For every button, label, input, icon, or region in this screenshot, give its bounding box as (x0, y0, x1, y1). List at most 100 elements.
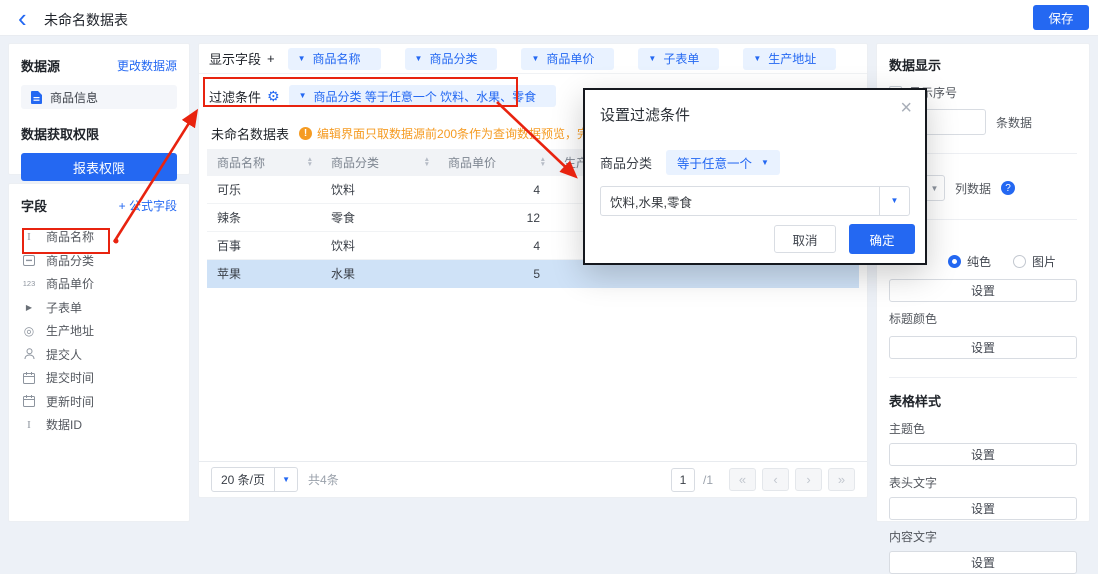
page-size-value: 20 条/页 (212, 468, 274, 491)
chevron-down-icon: ▼ (531, 55, 539, 63)
field-label: 商品单价 (46, 275, 94, 292)
field-label: 提交人 (46, 346, 82, 363)
radio-selected-icon[interactable] (948, 255, 961, 268)
field-item-name[interactable]: I 商品名称 (21, 225, 177, 249)
sort-icon[interactable]: ▲▼ (424, 158, 430, 167)
chip-label: 子表单 (663, 50, 699, 67)
text-icon: I (21, 419, 37, 431)
datasource-item[interactable]: 商品信息 (21, 85, 177, 109)
chevron-down-icon: ▼ (298, 55, 306, 63)
cancel-button[interactable]: 取消 (774, 225, 836, 253)
divider (889, 377, 1077, 378)
field-label: 商品分类 (46, 252, 94, 269)
document-icon (31, 91, 42, 104)
column-count-suffix: 列数据 (955, 180, 991, 197)
image-radio[interactable]: 图片 (1013, 253, 1056, 270)
confirm-button[interactable]: 确定 (849, 224, 915, 254)
field-label: 提交时间 (46, 369, 94, 386)
field-item-submit-time[interactable]: 提交时间 (21, 366, 177, 390)
chevron-down-icon: ▼ (415, 55, 423, 63)
cell: 可乐 (207, 181, 321, 198)
text-icon: I (21, 231, 37, 243)
warning-text: 编辑界面只取数据源前200条作为查询数据预览，完整数据 (317, 125, 625, 142)
operator-select[interactable]: 等于任意一个 ▼ (666, 150, 780, 175)
display-field-chip[interactable]: ▼商品单价 (521, 48, 614, 70)
chevron-down-icon[interactable]: ▼ (879, 187, 909, 215)
chevron-down-icon: ▼ (648, 55, 656, 63)
field-item-category[interactable]: 商品分类 (21, 249, 177, 273)
field-label: 子表单 (46, 299, 82, 316)
field-item-submitter[interactable]: 提交人 (21, 343, 177, 367)
filter-condition-chip[interactable]: ▼商品分类 等于任意一个 饮料、水果、零食 (289, 85, 557, 107)
display-field-chip[interactable]: ▼商品名称 (288, 48, 381, 70)
solid-color-radio[interactable]: 纯色 (948, 253, 991, 270)
top-bar: ‹ 未命名数据表 保存 (0, 0, 1098, 36)
field-label: 更新时间 (46, 393, 94, 410)
background-set-button[interactable]: 设置 (889, 279, 1077, 302)
change-datasource-link[interactable]: 更改数据源 (117, 57, 177, 74)
add-display-field-icon[interactable]: + (267, 51, 275, 66)
field-list: I 商品名称 商品分类 123 商品单价 ▶ 子表单 ◎ 生产地址 提交人 提交… (21, 225, 177, 437)
header-text-label: 表头文字 (889, 474, 1077, 491)
filter-settings-dialog: 设置过滤条件 × 商品分类 等于任意一个 ▼ 饮料,水果,零食 ▼ 取消 确定 (583, 88, 927, 265)
cell: 12 (438, 211, 554, 225)
header-text-set-button[interactable]: 设置 (889, 497, 1077, 520)
warning-message: ! 编辑界面只取数据源前200条作为查询数据预览，完整数据 (299, 125, 625, 142)
person-icon (21, 348, 37, 360)
display-field-chip[interactable]: ▼ 子表单 (638, 48, 719, 70)
content-text-set-button[interactable]: 设置 (889, 551, 1077, 574)
display-field-chip[interactable]: ▼商品分类 (405, 48, 498, 70)
total-pages: /1 (703, 473, 713, 487)
dialog-title: 设置过滤条件 (600, 104, 690, 125)
chevron-down-icon: ▼ (761, 159, 769, 167)
display-fields-row: 显示字段 + ▼商品名称 ▼商品分类 ▼商品单价 ▼子表单 ▼生产地址 (199, 44, 867, 74)
select-icon (21, 255, 37, 266)
field-item-subform[interactable]: ▶ 子表单 (21, 296, 177, 320)
next-page-button[interactable]: › (795, 468, 822, 491)
last-page-button[interactable]: » (828, 468, 855, 491)
theme-color-set-button[interactable]: 设置 (889, 443, 1077, 466)
field-item-data-id[interactable]: I 数据ID (21, 413, 177, 437)
cell: 零食 (321, 209, 438, 226)
field-item-update-time[interactable]: 更新时间 (21, 390, 177, 414)
fields-panel: 字段 + 公式字段 I 商品名称 商品分类 123 商品单价 ▶ 子表单 ◎ 生… (8, 183, 190, 522)
cell: 辣条 (207, 209, 321, 226)
first-page-button[interactable]: « (729, 468, 756, 491)
total-count: 共4条 (308, 471, 339, 488)
filter-value-input[interactable]: 饮料,水果,零食 ▼ (600, 186, 910, 216)
column-header: 商品名称 (217, 154, 265, 171)
filter-label: 过滤条件 (209, 87, 261, 106)
save-button[interactable]: 保存 (1033, 5, 1089, 30)
field-label: 商品名称 (46, 228, 94, 245)
number-icon: 123 (21, 279, 37, 288)
field-item-price[interactable]: 123 商品单价 (21, 272, 177, 296)
sort-icon[interactable]: ▲▼ (307, 158, 313, 167)
radio-label: 纯色 (967, 253, 991, 270)
radio-unselected-icon[interactable] (1013, 255, 1026, 268)
location-icon: ◎ (21, 324, 37, 338)
page-size-select[interactable]: 20 条/页 ▼ (211, 467, 298, 492)
close-icon[interactable]: × (900, 98, 912, 118)
cell: 饮料 (321, 181, 438, 198)
filter-value-text: 饮料,水果,零食 (601, 187, 879, 215)
radio-label: 图片 (1032, 253, 1056, 270)
prev-page-button[interactable]: ‹ (762, 468, 789, 491)
help-icon[interactable]: ? (1001, 181, 1015, 195)
field-item-address[interactable]: ◎ 生产地址 (21, 319, 177, 343)
chevron-down-icon: ▼ (299, 92, 307, 100)
cell: 4 (438, 239, 554, 253)
chevron-down-icon: ▼ (924, 176, 944, 200)
chevron-down-icon: ▼ (274, 468, 297, 491)
current-page-input[interactable]: 1 (671, 468, 695, 492)
gear-icon[interactable]: ⚙ (267, 88, 280, 105)
report-permission-button[interactable]: 报表权限 (21, 153, 177, 181)
warning-icon: ! (299, 127, 312, 140)
calendar-icon (21, 395, 37, 407)
display-field-chip[interactable]: ▼生产地址 (743, 48, 836, 70)
add-formula-field-link[interactable]: + 公式字段 (119, 197, 177, 214)
back-icon[interactable]: ‹ (18, 2, 27, 34)
subform-icon: ▶ (21, 303, 37, 312)
sort-icon[interactable]: ▲▼ (540, 158, 546, 167)
datasource-panel: 数据源 更改数据源 商品信息 数据获取权限 报表权限 (8, 43, 190, 175)
title-color-set-button[interactable]: 设置 (889, 336, 1077, 359)
